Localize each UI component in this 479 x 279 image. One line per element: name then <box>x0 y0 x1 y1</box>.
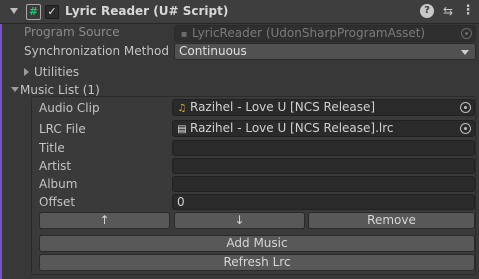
move-down-button[interactable]: ↓ <box>174 212 305 229</box>
album-label: Album <box>39 177 78 191</box>
program-source-field: ▪ LyricReader (UdonSharpProgramAsset) <box>174 25 476 42</box>
component-title: Lyric Reader (U# Script) <box>65 4 229 18</box>
program-source-value: LyricReader (UdonSharpProgramAsset) <box>192 26 426 40</box>
album-input[interactable] <box>172 176 475 192</box>
lrc-file-field[interactable]: ▤ Razihel - Love U [NCS Release].lrc <box>172 120 475 137</box>
add-music-button[interactable]: Add Music <box>39 235 475 252</box>
music-list-foldout-arrow-icon[interactable] <box>11 87 19 92</box>
chevron-down-icon <box>461 50 469 55</box>
lrc-file-label: LRC File <box>39 122 86 136</box>
program-source-label: Program Source <box>24 25 120 39</box>
context-menu-icon[interactable]: ⋮ <box>461 4 475 18</box>
audio-clip-field[interactable]: ♫ Razihel - Love U [NCS Release] <box>172 99 475 116</box>
object-picker-icon <box>461 28 472 39</box>
title-label: Title <box>39 141 65 155</box>
component-header: # ✓ Lyric Reader (U# Script) ? ⇆ ⋮ <box>0 0 479 24</box>
audio-clip-value: Razihel - Love U [NCS Release] <box>190 100 376 114</box>
component-foldout-arrow-icon[interactable] <box>10 8 18 14</box>
audio-clip-label: Audio Clip <box>39 101 100 115</box>
help-icon[interactable]: ? <box>420 4 434 18</box>
offset-label: Offset <box>39 195 76 209</box>
utilities-foldout-label[interactable]: Utilities <box>34 65 79 79</box>
move-up-button[interactable]: ↑ <box>39 212 170 229</box>
refresh-lrc-button[interactable]: Refresh Lrc <box>39 254 475 271</box>
component-enabled-checkbox[interactable]: ✓ <box>45 5 59 19</box>
text-asset-icon: ▤ <box>177 124 187 135</box>
sync-method-dropdown[interactable]: Continuous <box>174 43 476 60</box>
music-note-icon: ♫ <box>177 103 187 114</box>
artist-input[interactable] <box>172 158 475 174</box>
title-input[interactable] <box>172 140 475 156</box>
music-list-foldout-label[interactable]: Music List (1) <box>20 83 100 97</box>
csharp-script-icon: # <box>26 4 41 20</box>
remove-button[interactable]: Remove <box>308 212 475 229</box>
presets-icon[interactable]: ⇆ <box>441 4 455 18</box>
offset-input[interactable]: 0 <box>172 194 475 210</box>
sync-method-label: Synchronization Method <box>24 44 169 58</box>
component-accent-bar <box>0 24 2 279</box>
program-asset-icon: ▪ <box>180 29 188 40</box>
artist-label: Artist <box>39 159 72 173</box>
utilities-foldout-arrow-icon[interactable] <box>24 68 29 76</box>
lrc-file-picker-icon[interactable] <box>460 123 471 134</box>
audio-clip-picker-icon[interactable] <box>460 102 471 113</box>
sync-method-value: Continuous <box>179 44 247 58</box>
lrc-file-value: Razihel - Love U [NCS Release].lrc <box>190 121 394 135</box>
